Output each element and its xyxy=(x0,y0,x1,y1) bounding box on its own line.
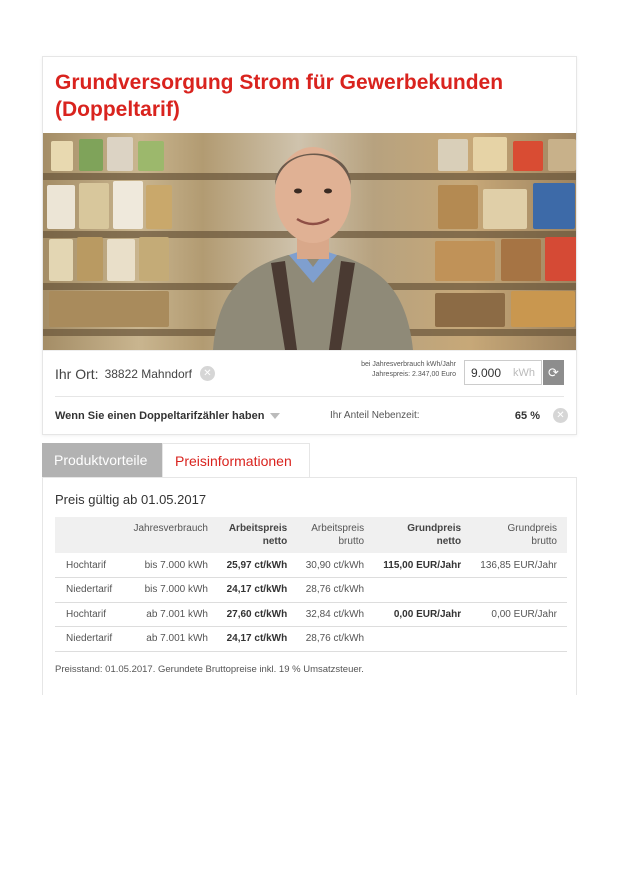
card-header: Grundversorgung Strom für Gewerbekunden … xyxy=(42,56,577,435)
usage-hint: bei Jahresverbrauch kWh/Jahr xyxy=(361,361,456,368)
hero-image xyxy=(43,133,576,350)
cell-ap-brutto: 32,84 ct/kWh xyxy=(297,602,375,627)
cell-ap-netto: 24,17 ct/kWh xyxy=(217,626,298,652)
clear-share-icon[interactable]: ✕ xyxy=(553,408,568,423)
page-title: Grundversorgung Strom für Gewerbekunden … xyxy=(55,71,504,121)
cell-gp-brutto: 0,00 EUR/Jahr xyxy=(471,602,567,627)
cell-gp-brutto xyxy=(471,626,567,652)
shopkeeper-image xyxy=(213,147,413,350)
cell-tarif: Niedertarif xyxy=(55,626,125,652)
cell-tarif: Hochtarif xyxy=(55,602,125,627)
consumption-value[interactable]: 9.000 xyxy=(471,366,501,380)
cell-ap-netto: 27,60 ct/kWh xyxy=(217,602,298,627)
header-arbeitspreis-netto: Arbeitspreis netto xyxy=(228,523,288,547)
header-jahresverbrauch: Jahresverbrauch xyxy=(133,523,208,534)
price-table: Jahresverbrauch Arbeitspreis netto Arbeit… xyxy=(55,517,567,652)
cell-gp-netto: 0,00 EUR/Jahr xyxy=(374,602,472,627)
cell-ap-brutto: 30,90 ct/kWh xyxy=(297,553,375,578)
table-row: Niedertarif bis 7.000 kWh 24,17 ct/kWh 2… xyxy=(55,577,567,603)
header-grundpreis-netto: Grundpreis netto xyxy=(407,523,462,547)
consumption-unit: kWh xyxy=(513,366,535,379)
cell-gp-brutto xyxy=(471,577,567,603)
cell-verbrauch: bis 7.000 kWh xyxy=(124,577,218,603)
cell-gp-netto xyxy=(374,626,472,652)
cell-gp-netto: 115,00 EUR/Jahr xyxy=(374,553,472,578)
cell-verbrauch: bis 7.000 kWh xyxy=(124,553,218,578)
location-label: Ihr Ort: xyxy=(55,365,99,382)
tariff-card: Grundversorgung Strom für Gewerbekunden … xyxy=(42,56,577,695)
table-row: Hochtarif ab 7.001 kWh 27,60 ct/kWh 32,8… xyxy=(55,602,567,627)
table-header-row: Jahresverbrauch Arbeitspreis netto Arbeit… xyxy=(55,517,567,553)
consumption-input[interactable]: 9.000 kWh xyxy=(464,360,542,385)
price-note: Preisstand: 01.05.2017. Gerundete Brutto… xyxy=(55,663,364,675)
cell-ap-brutto: 28,76 ct/kWh xyxy=(297,577,375,603)
header-grundpreis-brutto: Grundpreis brutto xyxy=(507,523,557,547)
valid-from: Preis gültig ab 01.05.2017 xyxy=(55,492,207,507)
header-arbeitspreis-brutto: Arbeitspreis brutto xyxy=(311,523,365,547)
share-label: Ihr Anteil Nebenzeit: xyxy=(330,410,420,421)
cell-verbrauch: ab 7.001 kWh xyxy=(124,602,218,627)
cell-tarif: Hochtarif xyxy=(55,553,125,578)
tab-bar: Produktvorteile Preisinformationen xyxy=(42,443,577,477)
location-row: Ihr Ort: 38822 Mahndorf ✕ bei Jahresverb… xyxy=(43,350,576,396)
table-row: Niedertarif ab 7.001 kWh 24,17 ct/kWh 28… xyxy=(55,626,567,652)
double-tariff-row: Wenn Sie einen Doppeltarifzähler haben I… xyxy=(55,396,568,434)
table-row: Hochtarif bis 7.000 kWh 25,97 ct/kWh 30,… xyxy=(55,553,567,578)
annual-price-hint: Jahrespreis: 2.347,00 Euro xyxy=(371,371,456,378)
chevron-down-icon[interactable] xyxy=(270,412,281,419)
usage-info: bei Jahresverbrauch kWh/Jahr Jahrespreis… xyxy=(361,360,456,380)
tab-preisinformationen[interactable]: Preisinformationen xyxy=(162,443,310,477)
cell-ap-brutto: 28,76 ct/kWh xyxy=(297,626,375,652)
cell-verbrauch: ab 7.001 kWh xyxy=(124,626,218,652)
share-value[interactable]: 65 % xyxy=(515,410,540,422)
cell-ap-netto: 25,97 ct/kWh xyxy=(217,553,298,578)
cell-gp-netto xyxy=(374,577,472,603)
refresh-icon[interactable]: ⟳ xyxy=(543,360,564,385)
cell-tarif: Niedertarif xyxy=(55,577,125,603)
clear-location-icon[interactable]: ✕ xyxy=(199,366,215,381)
tab-produktvorteile[interactable]: Produktvorteile xyxy=(42,443,162,477)
cell-ap-netto: 24,17 ct/kWh xyxy=(217,577,298,603)
price-panel: Preis gültig ab 01.05.2017 Jahresverbrau… xyxy=(42,477,577,695)
header-tarif xyxy=(55,517,124,553)
location-value[interactable]: 38822 Mahndorf xyxy=(105,367,192,381)
cell-gp-brutto: 136,85 EUR/Jahr xyxy=(471,553,567,578)
double-tariff-dropdown[interactable]: Wenn Sie einen Doppeltarifzähler haben xyxy=(55,410,264,422)
